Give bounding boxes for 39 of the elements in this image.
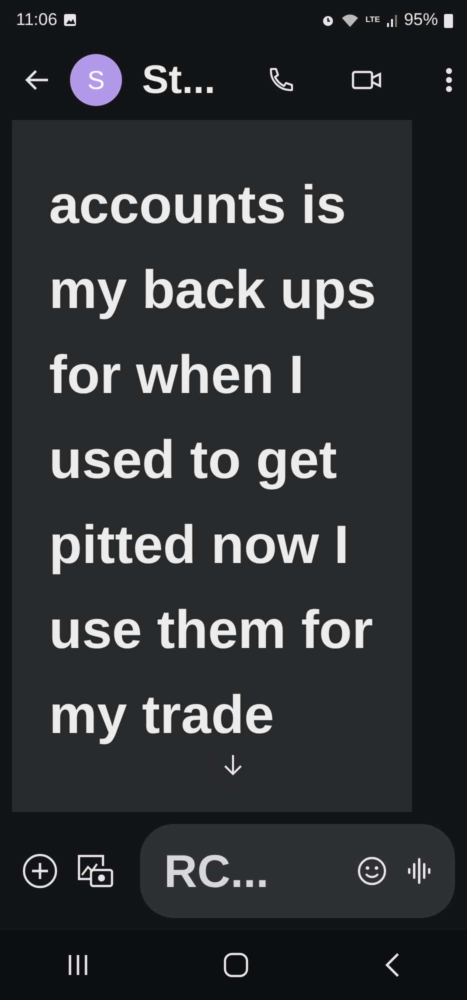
add-button[interactable] (22, 853, 58, 889)
video-camera-icon (351, 68, 383, 92)
message-text: for when I (49, 345, 304, 405)
gallery-icon (63, 13, 78, 27)
gallery-button[interactable] (76, 853, 114, 889)
emoji-icon (357, 856, 387, 886)
message-text: used to get (49, 430, 338, 490)
video-call-button[interactable] (351, 68, 383, 92)
message-text: use them for (49, 600, 374, 660)
contact-name: St... (142, 58, 216, 102)
call-button[interactable] (267, 66, 295, 94)
down-arrow-icon (223, 753, 243, 777)
more-icon (445, 67, 453, 93)
message-text: pitted now I (49, 515, 349, 575)
recent-apps-icon (67, 953, 90, 977)
message-text: accounts is (49, 175, 346, 235)
alarm-icon (321, 13, 336, 27)
battery-icon (444, 12, 453, 28)
battery-percent: 95% (404, 10, 438, 30)
message-text: my back ups (49, 260, 376, 320)
message-field[interactable]: RC... (140, 824, 455, 918)
recent-apps-button[interactable] (67, 953, 90, 977)
clock-time: 11:06 (16, 10, 58, 30)
back-icon (24, 69, 50, 91)
back-nav-button[interactable] (384, 952, 400, 978)
add-icon (22, 853, 58, 889)
message-text: my trade (49, 685, 274, 745)
more-button[interactable] (445, 67, 453, 93)
gallery-camera-icon (76, 853, 114, 889)
home-button[interactable] (223, 952, 250, 978)
phone-icon (267, 66, 295, 94)
wifi-icon (341, 13, 360, 27)
network-label: LTE (365, 16, 380, 24)
voice-waveform-icon[interactable] (405, 856, 433, 886)
back-button[interactable] (24, 69, 50, 91)
back-chevron-icon (384, 952, 400, 978)
home-icon (223, 952, 250, 978)
signal-icon (386, 13, 398, 27)
message-input[interactable]: RC... (164, 844, 339, 898)
